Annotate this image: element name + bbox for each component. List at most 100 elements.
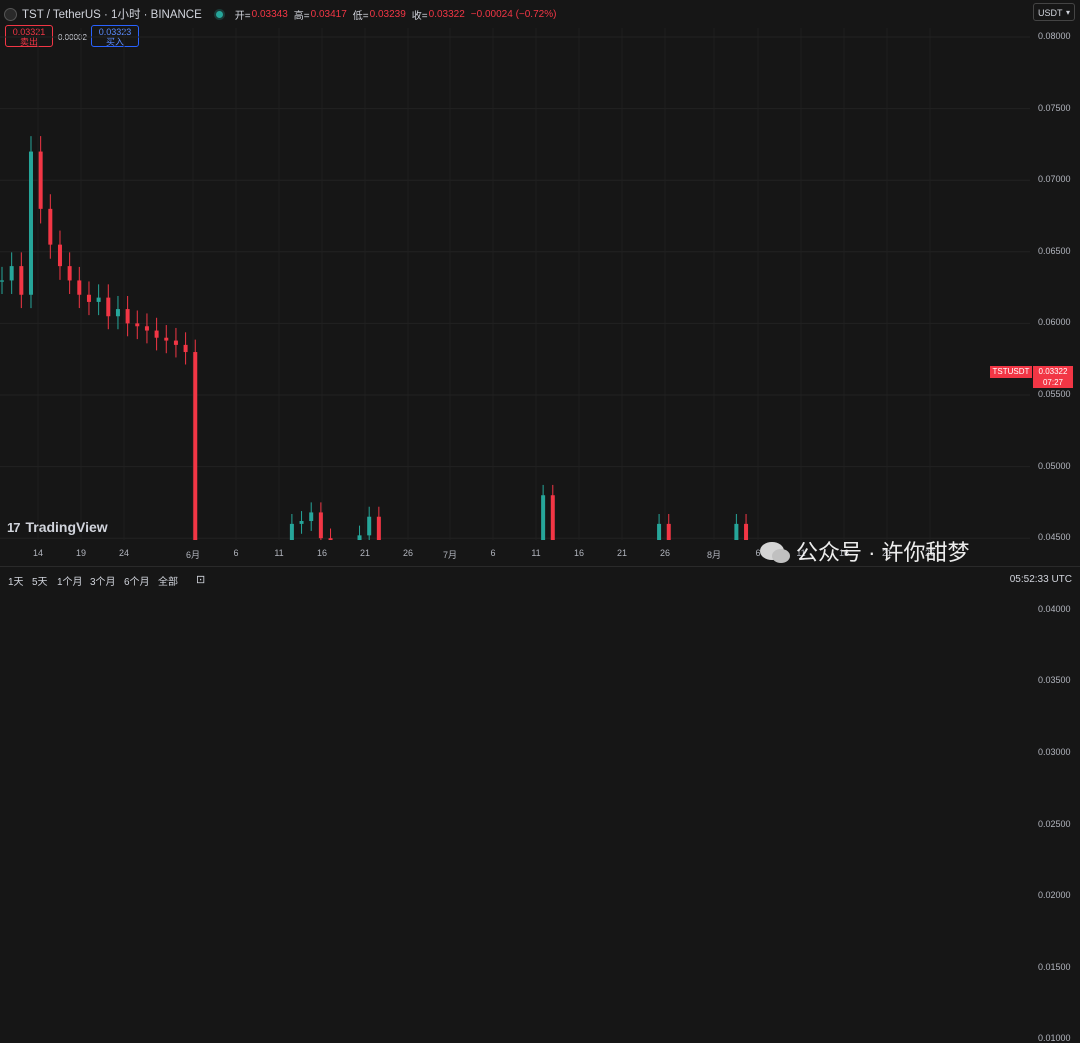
candle-body [173,340,178,345]
time-tick-label: 26 [402,548,414,558]
low-key: 低= [352,10,369,22]
time-tick-label: 11 [531,548,541,558]
open-key: 开= [234,10,251,22]
candle-body [144,326,149,331]
range-6m[interactable]: 6个月 [124,573,150,588]
price-tick-label: 0.05500 [1038,389,1071,399]
time-tick-label: 8月 [706,550,722,560]
wechat-icon [760,542,790,563]
candle-body [125,309,130,324]
candle-body [164,337,169,341]
tradingview-logo[interactable]: 17 TradingView [7,519,108,535]
price-tick-label: 0.01000 [1038,1033,1071,1043]
range-1m[interactable]: 1个月 [57,573,83,588]
price-chart[interactable] [0,28,1030,540]
change-value: −0.00024 (−0.72%) [470,8,557,20]
candle-body [357,535,362,540]
time-tick-label: 6 [490,548,496,558]
candle-body [38,151,43,209]
price-tick-label: 0.03500 [1038,675,1071,686]
candle-body [193,352,198,540]
currency-label: USDT [1038,8,1063,18]
currency-selector[interactable]: USDT ▾ [1033,3,1075,21]
brand-name: TradingView [25,519,108,535]
bottom-toolbar: 1天 5天 1个月 3个月 6个月 全部 ⊡ 05:52:33 UTC [0,566,1080,595]
candle-body [666,523,671,540]
candle-body [657,523,662,540]
candle-body [135,323,140,327]
candle-body [367,516,372,536]
time-tick-label: 26 [659,548,671,558]
high-key: 高= [293,10,310,22]
price-tick-label: 0.08000 [1038,31,1071,41]
chevron-down-icon: ▾ [1065,8,1070,17]
open-value: 0.03343 [251,8,288,20]
candle-body [19,266,24,295]
candle-body [77,280,82,295]
price-tick-label: 0.04000 [1038,603,1071,614]
last-price-symbol-label: TSTUSDT [990,366,1032,378]
candle-body [376,516,381,540]
clock[interactable]: 05:52:33 UTC [1010,574,1072,585]
candle-body [309,512,314,522]
price-tick-label: 0.02500 [1038,818,1071,829]
range-1d[interactable]: 1天 [8,573,24,588]
tradingview-mark-icon: 17 [7,519,21,535]
time-tick-label: 21 [359,548,371,558]
candle-body [96,297,101,302]
time-tick-label: 19 [75,548,87,558]
price-tick-label: 0.07500 [1038,102,1071,113]
price-tick-label: 0.02000 [1038,890,1071,901]
symbol-logo-icon [4,7,17,21]
candle-body [299,521,304,524]
last-price-tag: 0.03322 07:27 [1033,366,1073,388]
candle-body [0,280,4,282]
candle-body [86,294,91,302]
price-tick-label: 0.01500 [1038,961,1071,972]
candle-body [154,330,159,338]
candle-body [28,151,33,295]
candle-body [550,495,555,540]
time-tick-label: 6月 [185,550,201,560]
candle-body [734,523,739,540]
watermark: 公众号 · 许你甜梦 [760,535,970,567]
date-range-icon[interactable]: ⊡ [196,573,205,586]
low-value: 0.03239 [369,8,406,20]
time-tick-label: 24 [118,548,130,558]
price-tick-label: 0.06000 [1038,317,1071,328]
time-tick-label: 14 [32,548,44,558]
price-tick-label: 0.05000 [1038,460,1071,471]
candle-body [541,495,546,540]
time-tick-label: 16 [573,548,585,558]
time-tick-label: 6 [233,548,239,558]
bar-countdown: 07:27 [1042,378,1064,387]
time-tick-label: 11 [274,548,284,558]
candle-body [328,538,333,540]
market-status-icon [215,10,223,18]
candle-body [289,523,294,540]
symbol-title[interactable]: TST / TetherUS · 1小时 · BINANCE [22,6,202,22]
price-tick-label: 0.07000 [1038,174,1071,185]
close-value: 0.03322 [428,8,465,20]
candle-body [48,208,53,245]
candle-body [318,512,323,539]
time-tick-label: 21 [616,548,628,558]
range-all[interactable]: 全部 [158,573,178,588]
candle-body [183,344,188,353]
candle-body [9,266,14,281]
range-5d[interactable]: 5天 [32,573,48,588]
candle-body [67,266,72,281]
range-3m[interactable]: 3个月 [90,573,116,588]
candle-body [106,297,111,317]
price-tick-label: 0.06500 [1038,245,1071,256]
close-key: 收= [411,10,428,22]
header-bar: TST / TetherUS · 1小时 · BINANCE 开= 0.0334… [0,0,1030,28]
time-tick-label: 16 [316,548,328,558]
time-tick-label: 7月 [442,550,458,560]
candle-body [57,244,62,267]
price-tick-label: 0.03000 [1038,747,1071,757]
candle-body [115,309,120,317]
last-price-value: 0.03322 [1038,367,1068,376]
high-value: 0.03417 [310,8,347,20]
watermark-text: 公众号 · 许你甜梦 [796,540,970,565]
